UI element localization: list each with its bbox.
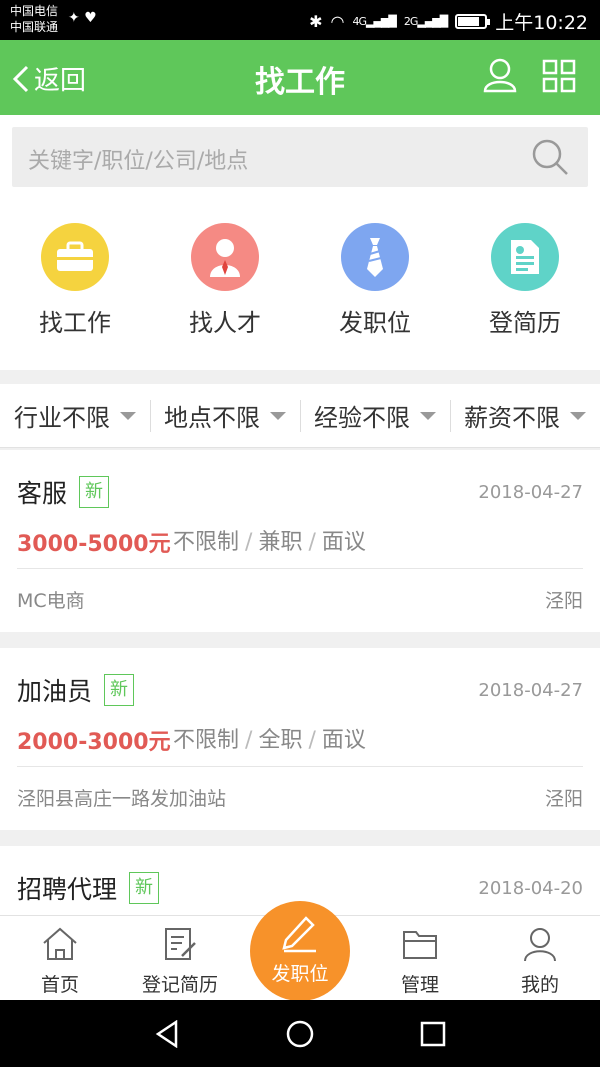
job-location: 泾阳 <box>544 590 583 612</box>
home-circle-icon[interactable] <box>286 1020 314 1048</box>
job-company: MC电商 <box>17 590 85 612</box>
nav-label: 首页 <box>40 974 79 996</box>
job-salary: 3000-5000元 <box>17 532 171 557</box>
divider <box>17 568 583 569</box>
folder-icon <box>403 931 437 959</box>
post-job-button[interactable]: 发职位 <box>250 901 350 1001</box>
resume-icon <box>491 223 559 291</box>
chevron-left-icon <box>12 65 29 92</box>
wifi-icon: ◠ <box>330 12 345 31</box>
signal-1-icon: 4G▂▄▆█ <box>352 15 396 28</box>
job-requirement: 不限制 <box>173 530 240 555</box>
nav-mine[interactable]: 我的 <box>480 926 600 997</box>
new-badge: 新 <box>79 476 110 508</box>
filter-industry[interactable]: 行业不限 <box>0 384 150 447</box>
search-icon[interactable] <box>530 137 570 177</box>
user-icon <box>524 928 556 962</box>
job-title-row: 招聘代理 新 <box>17 870 160 906</box>
quick-action-find-talent[interactable]: 找人才 <box>150 223 300 343</box>
job-title: 招聘代理 <box>17 875 118 904</box>
nav-label: 我的 <box>520 974 559 996</box>
job-salary: 2000-3000元 <box>17 730 171 755</box>
search-placeholder: 关键字/职位/公司/地点 <box>28 149 249 174</box>
job-meta: 不限制 / 兼职 / 面议 <box>173 530 366 555</box>
notification-icons: ✦ ♥ <box>68 10 97 26</box>
filter-location[interactable]: 地点不限 <box>150 384 300 447</box>
caret-down-icon <box>570 411 586 420</box>
person-icon <box>191 223 259 291</box>
pencil-icon <box>282 916 316 953</box>
heart-icon: ♥ <box>84 10 97 26</box>
carrier-1: 中国电信 <box>10 4 59 18</box>
filter-label: 薪资不限 <box>464 404 560 432</box>
job-type: 全职 <box>258 728 303 753</box>
quick-action-label: 发职位 <box>339 309 411 337</box>
filter-label: 经验不限 <box>314 404 410 432</box>
job-title: 加油员 <box>17 677 93 706</box>
app-header: 返回 找工作 <box>0 40 600 115</box>
recents-square-icon[interactable] <box>420 1021 446 1047</box>
quick-action-find-job[interactable]: 找工作 <box>0 223 150 343</box>
job-company: 泾阳县高庄一路发加油站 <box>17 788 227 810</box>
filter-bar: 行业不限 地点不限 经验不限 薪资不限 <box>0 384 600 448</box>
clock: 上午10:22 <box>495 12 588 34</box>
link-icon: ✦ <box>68 10 80 26</box>
carrier-names: 中国电信 中国联通 <box>10 3 58 35</box>
battery-icon <box>455 14 491 29</box>
carrier-2: 中国联通 <box>10 20 59 34</box>
filter-label: 行业不限 <box>14 404 110 432</box>
divider <box>17 766 583 767</box>
job-requirement: 不限制 <box>173 728 240 753</box>
filter-salary[interactable]: 薪资不限 <box>450 384 600 447</box>
job-meta: 不限制 / 全职 / 面议 <box>173 728 366 753</box>
job-location: 泾阳 <box>544 788 583 810</box>
search-input[interactable]: 关键字/职位/公司/地点 <box>12 127 588 187</box>
job-pay: 面议 <box>321 530 366 555</box>
back-button[interactable]: 返回 <box>12 60 86 97</box>
quick-action-label: 找工作 <box>39 309 111 337</box>
post-job-label: 发职位 <box>271 963 329 985</box>
job-date: 2018-04-20 <box>478 878 583 899</box>
grid-icon[interactable] <box>542 59 576 93</box>
filter-label: 地点不限 <box>164 404 260 432</box>
quick-action-register-resume[interactable]: 登简历 <box>450 223 600 343</box>
top-panel: 关键字/职位/公司/地点 找工作 找人才 发职位 登简历 <box>0 115 600 370</box>
job-pay: 面议 <box>321 728 366 753</box>
new-badge: 新 <box>129 872 160 904</box>
filter-experience[interactable]: 经验不限 <box>300 384 450 447</box>
system-nav-bar <box>0 1000 600 1067</box>
nav-home[interactable]: 首页 <box>0 926 120 997</box>
user-icon[interactable] <box>482 57 518 93</box>
signal-2-icon: 2G▂▄▆█ <box>403 15 448 28</box>
quick-action-label: 找人才 <box>189 309 261 337</box>
back-label: 返回 <box>34 66 87 96</box>
caret-down-icon <box>270 411 286 420</box>
caret-down-icon <box>120 411 136 420</box>
quick-action-post-job[interactable]: 发职位 <box>300 223 450 343</box>
quick-action-label: 登简历 <box>489 309 561 337</box>
job-date: 2018-04-27 <box>478 680 583 701</box>
job-title-row: 客服 新 <box>17 474 110 510</box>
bluetooth-icon: ✱ <box>309 12 323 31</box>
briefcase-icon <box>41 223 109 291</box>
nav-label: 登记简历 <box>141 974 218 996</box>
nav-register-resume[interactable]: 登记简历 <box>120 926 240 997</box>
status-bar: 中国电信 中国联通 ✦ ♥ ✱ ◠ 4G▂▄▆█ 2G▂▄▆█ 上午10:22 <box>0 0 600 40</box>
edit-doc-icon <box>165 928 196 960</box>
nav-manage[interactable]: 管理 <box>360 926 480 997</box>
back-triangle-icon[interactable] <box>154 1020 180 1048</box>
quick-actions: 找工作 找人才 发职位 登简历 <box>0 223 600 343</box>
tie-icon <box>341 223 409 291</box>
status-right: ✱ ◠ 4G▂▄▆█ 2G▂▄▆█ 上午10:22 <box>309 8 588 35</box>
home-icon <box>43 927 77 960</box>
new-badge: 新 <box>104 674 135 706</box>
job-title-row: 加油员 新 <box>17 672 135 708</box>
caret-down-icon <box>420 411 436 420</box>
job-card[interactable]: 客服 新 2018-04-27 3000-5000元 不限制 / 兼职 / 面议 MC电… <box>0 450 600 632</box>
job-card[interactable]: 加油员 新 2018-04-27 2000-3000元 不限制 / 全职 / 面议 泾阳… <box>0 648 600 830</box>
job-title: 客服 <box>17 479 68 508</box>
job-date: 2018-04-27 <box>478 482 583 503</box>
job-type: 兼职 <box>258 530 303 555</box>
nav-label: 管理 <box>400 974 439 996</box>
